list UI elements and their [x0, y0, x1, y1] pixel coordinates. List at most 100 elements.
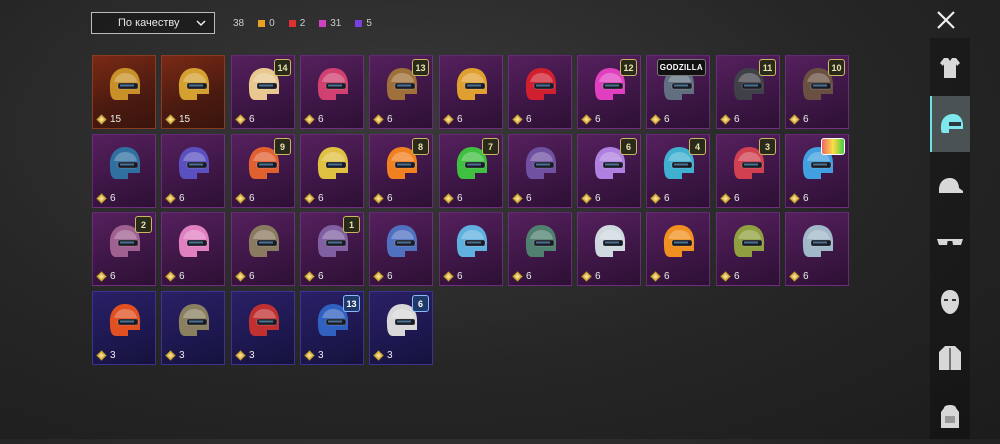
tier-badge: 14 — [274, 59, 291, 76]
helmet-item-tile[interactable]: 96 — [231, 134, 295, 208]
item-cost: 3 — [373, 350, 393, 361]
currency-diamond-icon — [165, 271, 176, 282]
sidebar-item-backpack[interactable] — [930, 388, 970, 444]
currency-diamond-icon — [165, 114, 176, 125]
helmet-item-tile[interactable]: 6 — [577, 212, 641, 286]
helmet-item-tile[interactable]: 6 — [716, 212, 780, 286]
tier-badge: 9 — [274, 138, 291, 155]
currency-diamond-icon — [373, 114, 384, 125]
helmet-item-tile[interactable]: 15 — [92, 55, 156, 129]
helmet-icon — [386, 225, 418, 257]
item-cost: 6 — [720, 271, 740, 282]
currency-diamond-icon — [443, 193, 454, 204]
helmet-item-tile[interactable]: 11 6 — [716, 55, 780, 129]
sidebar-item-glasses[interactable] — [930, 214, 970, 270]
helmet-item-tile[interactable]: 76 — [439, 134, 503, 208]
tier-badge: 10 — [828, 59, 845, 76]
item-cost: 6 — [720, 114, 740, 125]
helmet-item-tile[interactable]: 3 — [92, 291, 156, 365]
sidebar-item-helmet[interactable] — [930, 96, 970, 152]
item-cost: 6 — [581, 193, 601, 204]
helmet-item-tile[interactable]: 6 — [508, 55, 572, 129]
item-cost: 3 — [304, 350, 324, 361]
item-cost: 6 — [96, 193, 116, 204]
currency-diamond-icon — [304, 271, 315, 282]
helmet-icon — [317, 68, 349, 100]
currency-diamond-icon — [373, 193, 384, 204]
helmet-item-tile[interactable]: 36 — [716, 134, 780, 208]
helmet-item-tile[interactable]: 15 — [161, 55, 225, 129]
jacket-icon — [939, 346, 961, 370]
helmet-item-tile[interactable]: 6 — [300, 55, 364, 129]
helmet-item-tile[interactable]: 6 — [439, 55, 503, 129]
close-icon[interactable] — [934, 8, 958, 32]
helmet-item-tile[interactable]: 6 — [785, 134, 849, 208]
helmet-item-tile[interactable]: 6 — [785, 212, 849, 286]
currency-diamond-icon — [165, 350, 176, 361]
helmet-item-tile[interactable]: 14 6 — [231, 55, 295, 129]
helmet-item-tile[interactable]: 46 — [646, 134, 710, 208]
helmet-item-tile[interactable]: 63 — [369, 291, 433, 365]
helmet-item-tile[interactable]: 6 — [439, 212, 503, 286]
helmet-item-tile[interactable]: 86 — [369, 134, 433, 208]
helmet-icon — [248, 304, 280, 336]
currency-diamond-icon — [512, 114, 523, 125]
item-cost-value: 6 — [110, 271, 116, 282]
item-cost: 6 — [581, 271, 601, 282]
helmet-icon — [109, 147, 141, 179]
tier-badge: 12 — [620, 59, 637, 76]
item-cost-value: 15 — [110, 114, 122, 125]
helmet-item-tile[interactable]: 6 — [161, 212, 225, 286]
helmet-item-tile[interactable]: 26 — [92, 212, 156, 286]
item-cost-value: 3 — [318, 350, 324, 361]
epic-dot-icon — [319, 19, 327, 27]
sidebar-item-outfit[interactable] — [930, 40, 970, 96]
helmet-item-tile[interactable]: 6 — [92, 134, 156, 208]
helmet-item-tile[interactable]: 3 — [231, 291, 295, 365]
sidebar-item-jacket[interactable] — [930, 330, 970, 386]
count-value: 31 — [330, 17, 342, 29]
tier-badge: 8 — [412, 138, 429, 155]
item-cost: 6 — [789, 114, 809, 125]
item-cost: 6 — [96, 271, 116, 282]
helmet-icon — [802, 225, 834, 257]
helmet-item-tile[interactable]: 12 6 — [577, 55, 641, 129]
item-cost: 3 — [96, 350, 116, 361]
helmet-item-tile[interactable]: 6 — [300, 134, 364, 208]
helmet-item-tile[interactable]: GODZILLA 6 — [646, 55, 710, 129]
sort-dropdown-label: По качеству — [118, 17, 180, 29]
sidebar-item-cap[interactable] — [930, 158, 970, 214]
helmet-item-tile[interactable]: 6 — [646, 212, 710, 286]
helmet-item-tile[interactable]: 13 6 — [369, 55, 433, 129]
currency-diamond-icon — [443, 271, 454, 282]
helmet-icon — [109, 304, 141, 336]
outfit-icon — [940, 58, 960, 78]
helmet-item-tile[interactable]: 10 6 — [785, 55, 849, 129]
legendary-dot-icon — [258, 19, 266, 27]
helmet-item-tile[interactable]: 6 — [369, 212, 433, 286]
rare-dot-icon — [355, 19, 363, 27]
helmet-icon — [733, 225, 765, 257]
item-cost: 6 — [650, 193, 670, 204]
helmet-item-tile[interactable]: 6 — [161, 134, 225, 208]
count-value: 0 — [269, 17, 275, 29]
sidebar-item-mask[interactable] — [930, 274, 970, 330]
currency-diamond-icon — [650, 193, 661, 204]
item-cost-value: 6 — [526, 114, 532, 125]
helmet-item-tile[interactable]: 13 3 — [300, 291, 364, 365]
chevron-down-icon — [196, 20, 206, 27]
item-cost-value: 6 — [595, 193, 601, 204]
tier-badge: 2 — [135, 216, 152, 233]
helmet-item-tile[interactable]: 6 — [231, 212, 295, 286]
helmet-item-tile[interactable]: 66 — [577, 134, 641, 208]
tier-badge: 13 — [343, 295, 360, 312]
helmet-item-tile[interactable]: 6 — [508, 212, 572, 286]
helmet-item-tile[interactable]: 6 — [508, 134, 572, 208]
helmet-item-tile[interactable]: 16 — [300, 212, 364, 286]
sort-dropdown[interactable]: По качеству — [91, 12, 215, 34]
helmet-item-tile[interactable]: 3 — [161, 291, 225, 365]
currency-diamond-icon — [304, 114, 315, 125]
currency-diamond-icon — [650, 271, 661, 282]
item-cost: 6 — [789, 193, 809, 204]
item-cost: 6 — [235, 271, 255, 282]
